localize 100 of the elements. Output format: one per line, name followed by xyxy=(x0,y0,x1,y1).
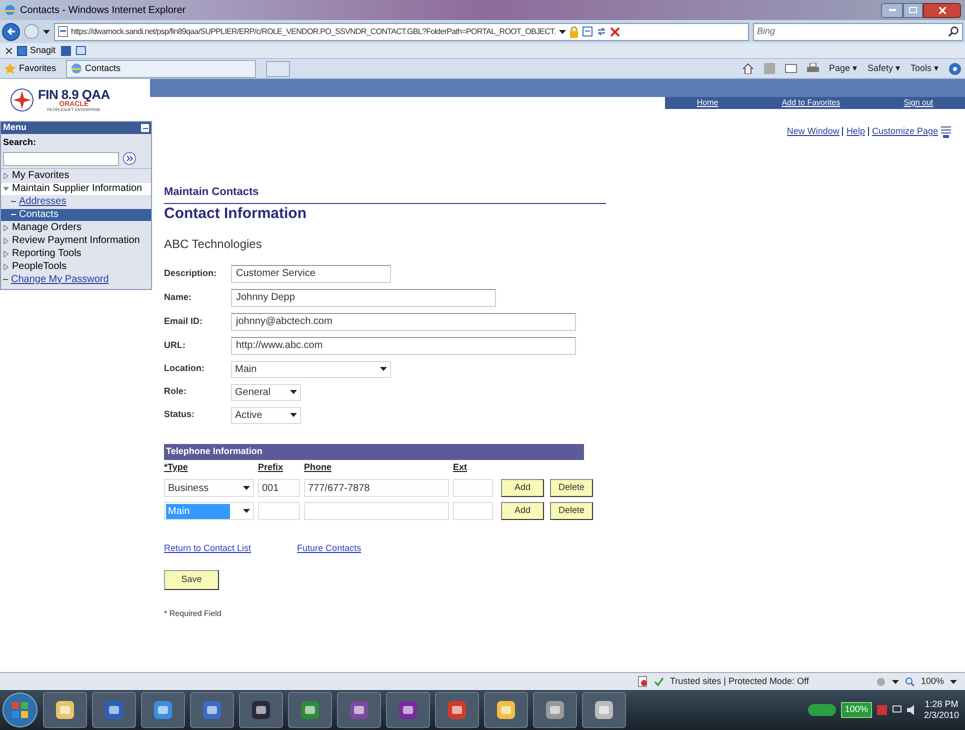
menu-item[interactable]: Contacts xyxy=(1,208,151,220)
menu-item[interactable]: PeopleTools xyxy=(1,260,151,272)
taskbar-button[interactable] xyxy=(582,692,626,728)
phone-field[interactable] xyxy=(304,502,449,520)
capture-icon[interactable] xyxy=(60,46,71,56)
prefix-field[interactable]: 001 xyxy=(258,479,300,497)
taskbar-button[interactable] xyxy=(288,692,332,728)
type-value: Main xyxy=(166,504,230,518)
command-menu[interactable]: Safety ▾ xyxy=(867,62,900,76)
search-icon xyxy=(948,26,959,37)
page-title: Contact Information xyxy=(164,204,308,224)
menu-item[interactable]: Change My Password xyxy=(1,274,151,286)
taskbar-button[interactable] xyxy=(386,692,430,728)
nav-link[interactable]: Home xyxy=(696,97,718,109)
edit-icon[interactable] xyxy=(76,46,86,55)
command-menu[interactable]: Tools ▾ xyxy=(910,62,939,76)
company-name: ABC Technologies xyxy=(164,236,263,252)
dropdown[interactable]: Main xyxy=(231,360,391,378)
taskbar-button[interactable] xyxy=(43,692,87,728)
caret-icon xyxy=(290,390,297,394)
save-button[interactable]: Save xyxy=(164,570,219,590)
required-note: * Required Field xyxy=(164,608,222,620)
field-label: Email ID: xyxy=(164,314,204,328)
menu-item[interactable]: Addresses xyxy=(1,196,151,208)
dash-icon xyxy=(11,201,16,202)
zoom-level[interactable]: 100% xyxy=(920,674,944,688)
compatibility-icon xyxy=(582,26,593,37)
taskbar-button[interactable] xyxy=(337,692,381,728)
lock-icon xyxy=(568,26,579,38)
nav-link[interactable]: Add to Favorites xyxy=(782,97,840,109)
home-icon[interactable] xyxy=(742,63,754,74)
field-label: URL: xyxy=(164,338,186,352)
zoom-icon xyxy=(904,676,915,686)
mail-icon[interactable] xyxy=(784,64,797,73)
collapse-icon[interactable] xyxy=(141,124,149,132)
menu-item[interactable]: Reporting Tools xyxy=(1,248,151,260)
clock-time[interactable]: 1:28 PM xyxy=(924,699,958,710)
menu-item[interactable]: Review Payment Information xyxy=(1,234,151,246)
blocked-page-icon xyxy=(638,676,648,687)
back-arrow-icon xyxy=(6,27,16,36)
ext-field[interactable] xyxy=(453,479,493,497)
text-field[interactable]: Customer Service xyxy=(231,264,391,282)
phone-field[interactable]: 777/677-7878 xyxy=(304,479,449,497)
column-header: *Type xyxy=(164,460,189,474)
command-menu[interactable]: Page ▾ xyxy=(828,62,858,76)
add-button[interactable]: Add xyxy=(501,479,544,497)
security-zone: Trusted sites | Protected Mode: Off xyxy=(670,674,810,688)
start-button[interactable] xyxy=(2,692,38,728)
menu-item[interactable]: Maintain Supplier Information xyxy=(1,182,151,194)
taskbar-button[interactable] xyxy=(435,692,479,728)
text-field[interactable]: http://www.abc.com xyxy=(231,336,576,354)
dropdown[interactable]: Active xyxy=(231,406,301,424)
back-button[interactable] xyxy=(2,22,20,40)
close-icon[interactable] xyxy=(6,48,12,54)
text-field[interactable]: Johnny Depp xyxy=(231,288,496,306)
dropdown[interactable]: General xyxy=(231,384,301,400)
printer-icon[interactable] xyxy=(806,63,819,74)
menu-item[interactable]: My Favorites xyxy=(1,170,151,182)
menu-item[interactable]: Manage Orders xyxy=(1,222,151,234)
taskbar-button[interactable] xyxy=(141,692,185,728)
toolbar-button[interactable]: Snagit xyxy=(17,44,56,58)
star-icon xyxy=(4,63,16,74)
page-link[interactable]: Customize Page xyxy=(872,125,938,138)
clock-date[interactable]: 2/3/2010 xyxy=(924,710,959,721)
nav-link[interactable]: Sign out xyxy=(904,97,934,109)
help-icon[interactable] xyxy=(949,62,961,74)
maximize-button[interactable] xyxy=(903,2,923,18)
taskbar-button[interactable] xyxy=(190,692,234,728)
link[interactable]: Future Contacts xyxy=(297,542,362,556)
address-field[interactable]: https://dwarnock.sandi.net/psp/fin89qaa/SUPPLIER/ERP/c/ROLE_VENDOR.PO_SSVNDR_CONTACT.GBL?FolderPath=PORTAL_ROOT_OBJECT. xyxy=(54,22,749,40)
menu-title: Menu xyxy=(3,121,26,134)
favorites-button[interactable]: Favorites xyxy=(4,62,56,76)
browser-tab[interactable]: Contacts xyxy=(66,60,256,78)
delete-button[interactable]: Delete xyxy=(550,502,593,520)
type-dropdown[interactable]: Business xyxy=(164,479,254,497)
taskbar-button[interactable] xyxy=(484,692,528,728)
search-label: Search: xyxy=(2,136,38,149)
flag-icon xyxy=(876,705,887,715)
stop-icon xyxy=(610,26,620,36)
search-field[interactable]: Bing xyxy=(753,22,963,40)
close-button[interactable] xyxy=(923,2,961,18)
menu-search-field[interactable] xyxy=(3,152,119,166)
page-settings-icon[interactable] xyxy=(941,126,951,138)
url-caret-icon xyxy=(558,30,566,34)
section-header: Telephone Information xyxy=(164,444,584,460)
text-field[interactable]: johnny@abctech.com xyxy=(231,312,576,330)
ext-field[interactable] xyxy=(453,502,493,520)
network-icon xyxy=(892,705,902,715)
page-link[interactable]: New Window xyxy=(786,125,840,138)
go-icon[interactable] xyxy=(123,152,136,165)
add-button[interactable]: Add xyxy=(501,502,544,520)
link[interactable]: Return to Contact List xyxy=(164,542,252,556)
minimize-button[interactable] xyxy=(881,2,903,18)
taskbar-button[interactable] xyxy=(92,692,136,728)
caret-icon xyxy=(243,486,250,490)
taskbar-button[interactable] xyxy=(239,692,283,728)
page-link[interactable]: Help xyxy=(846,125,865,138)
taskbar-button[interactable] xyxy=(533,692,577,728)
delete-button[interactable]: Delete xyxy=(550,479,593,497)
prefix-field[interactable] xyxy=(258,502,300,520)
